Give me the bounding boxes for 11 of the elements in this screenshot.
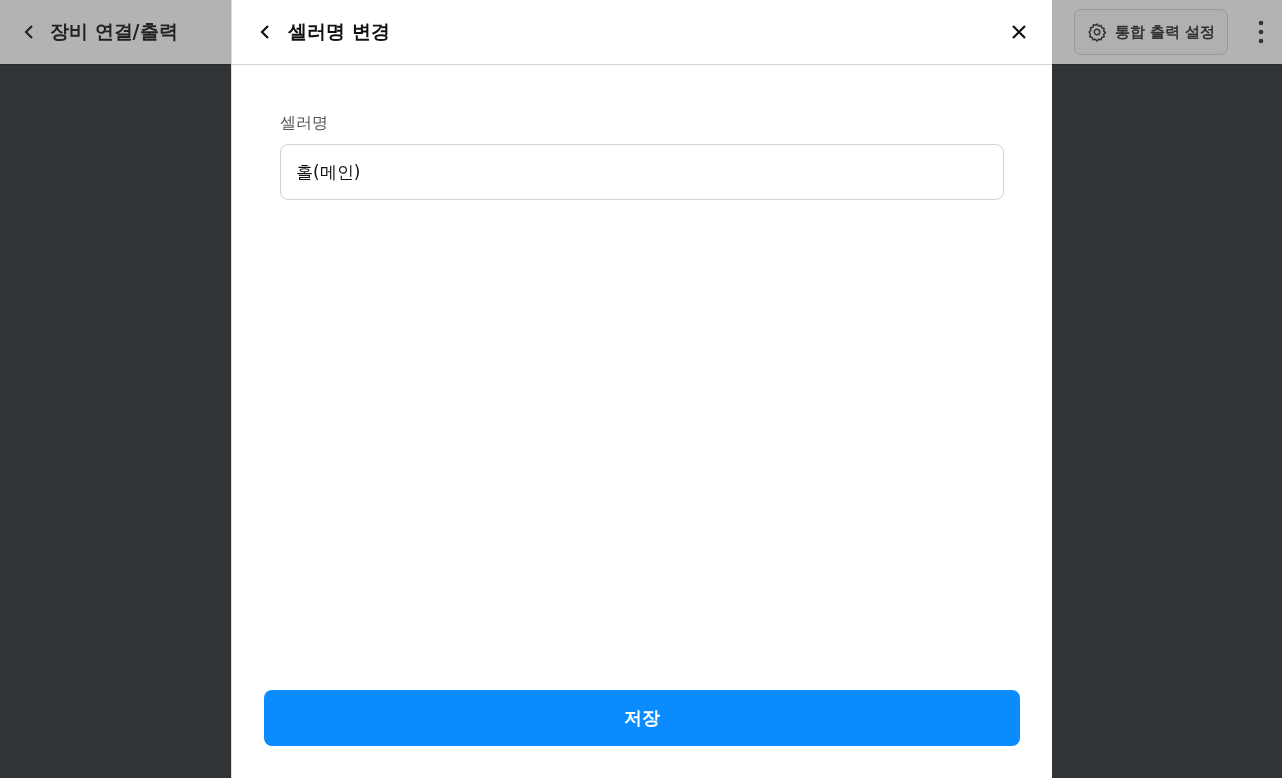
- more-icon: [1258, 20, 1264, 44]
- close-icon: [1012, 25, 1026, 39]
- save-button[interactable]: 저장: [264, 690, 1020, 746]
- dialog-title: 셀러명 변경: [288, 19, 391, 44]
- field-label: 셀러명: [280, 113, 328, 134]
- settings-icon: [1086, 22, 1107, 42]
- seller-name-field[interactable]: 홀(메인): [280, 144, 1004, 200]
- page-title: 장비 연결/출력: [50, 19, 178, 44]
- back-icon: [260, 24, 270, 40]
- settings-button[interactable]: 통합 출력 설정: [1073, 9, 1228, 55]
- back-icon: [24, 24, 34, 40]
